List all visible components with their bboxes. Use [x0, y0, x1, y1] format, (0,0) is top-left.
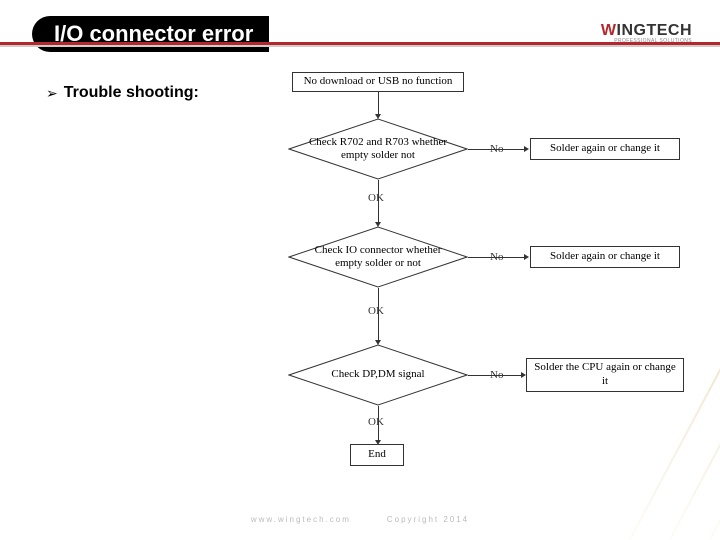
connector — [378, 92, 379, 116]
header: I/O connector error WINGTECH PROFESSIONA… — [0, 8, 720, 42]
flow-decision-3: Check DP,DM signal — [288, 344, 468, 406]
connector — [468, 149, 526, 150]
brand-logo: WINGTECH PROFESSIONAL SOLUTIONS — [601, 22, 692, 44]
footer: www.wingtech.com Copyright 2014 — [0, 515, 720, 524]
arrow-right-icon — [524, 254, 529, 260]
connector — [378, 406, 379, 442]
flow-action-2: Solder again or change it — [530, 246, 680, 268]
footer-copyright: Copyright 2014 — [387, 515, 469, 524]
flow-action-1: Solder again or change it — [530, 138, 680, 160]
decision-1-label: Check R702 and R703 whether empty solder… — [288, 118, 468, 180]
flow-action-3: Solder the CPU again or change it — [526, 358, 684, 392]
arrow-right-icon — [524, 146, 529, 152]
ok-label-2: OK — [368, 305, 384, 317]
divider-gray — [0, 45, 720, 47]
ok-label-3: OK — [368, 416, 384, 428]
flow-decision-1: Check R702 and R703 whether empty solder… — [288, 118, 468, 180]
decision-2-label: Check IO connector whether empty solder … — [288, 226, 468, 288]
page: I/O connector error WINGTECH PROFESSIONA… — [0, 0, 720, 540]
subtitle-row: ➢ Trouble shooting: — [46, 84, 199, 102]
flow-decision-2: Check IO connector whether empty solder … — [288, 226, 468, 288]
footer-url: www.wingtech.com — [251, 515, 351, 524]
bullet-icon: ➢ — [46, 85, 58, 102]
flow-end: End — [350, 444, 404, 466]
flow-start: No download or USB no function — [292, 72, 464, 92]
flowchart: No download or USB no function Check R70… — [200, 70, 700, 500]
ok-label-1: OK — [368, 192, 384, 204]
connector — [378, 288, 379, 342]
connector — [378, 180, 379, 224]
decision-3-label: Check DP,DM signal — [288, 344, 468, 406]
connector — [468, 257, 526, 258]
subtitle: Trouble shooting: — [64, 84, 199, 102]
connector — [468, 375, 523, 376]
